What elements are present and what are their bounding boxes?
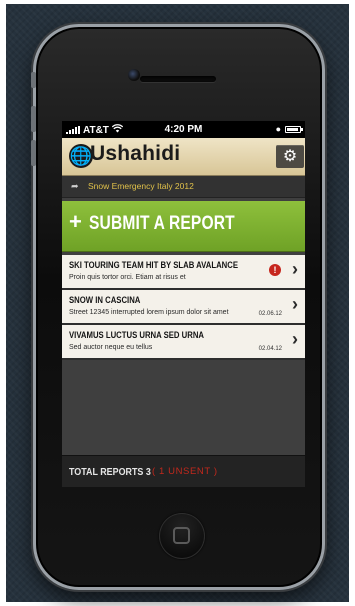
deployment-name: Snow Emergency Italy 2012 — [88, 181, 194, 191]
home-button[interactable] — [159, 513, 205, 559]
report-footer: TOTAL REPORTS 3 ( 1 UNSENT ) — [62, 455, 305, 487]
report-item[interactable]: SKI TOURING TEAM HIT BY SLAB AVALANCE Pr… — [62, 255, 305, 290]
chevron-right-icon: › — [292, 294, 298, 314]
plus-icon: + — [69, 209, 82, 234]
gear-icon: ⚙ — [282, 148, 298, 165]
chevron-right-icon: › — [292, 329, 298, 349]
volume-up-button — [31, 106, 36, 132]
deployment-bar[interactable]: ➦ Snow Emergency Italy 2012 — [62, 176, 305, 198]
report-title: SKI TOURING TEAM HIT BY SLAB AVALANCE — [69, 260, 239, 270]
mute-switch — [31, 72, 36, 88]
app-header: 🌐 Ushahidi ⚙ — [62, 138, 305, 176]
status-right: ● — [275, 124, 303, 134]
report-title: VIVAMUS LUCTUS URNA SED URNA — [69, 330, 205, 340]
submit-report-button[interactable]: + SUBMIT A REPORT — [62, 201, 305, 251]
report-date: 02.06.12 — [258, 311, 282, 317]
front-camera — [128, 69, 140, 81]
status-bar: AT&T 4:20 PM ● — [62, 121, 305, 138]
alert-icon: ! — [269, 264, 281, 276]
app-logo-text: Ushahidi — [90, 142, 181, 165]
submit-report-label: SUBMIT A REPORT — [89, 213, 235, 234]
battery-icon — [285, 125, 303, 133]
report-item[interactable]: VIVAMUS LUCTUS URNA SED URNA Sed auctor … — [62, 325, 305, 360]
report-item[interactable]: SNOW IN CASCINA Street 12345 interrupted… — [62, 290, 305, 325]
earpiece-speaker — [140, 76, 216, 82]
report-description: Street 12345 interrupted lorem ipsum dol… — [69, 309, 229, 316]
home-square-icon — [173, 527, 190, 544]
chevron-right-icon: › — [292, 259, 298, 279]
report-title: SNOW IN CASCINA — [69, 295, 141, 305]
volume-down-button — [31, 140, 36, 166]
status-time: 4:20 PM — [164, 124, 203, 135]
report-list: SKI TOURING TEAM HIT BY SLAB AVALANCE Pr… — [62, 255, 305, 360]
total-reports-label: TOTAL REPORTS 3 — [69, 466, 151, 478]
settings-button[interactable]: ⚙ — [276, 145, 304, 168]
arrow-icon: ➦ — [71, 181, 79, 191]
report-description: Sed auctor neque eu tellus — [69, 344, 153, 351]
app-screen: AT&T 4:20 PM ● 🌐 Ushahidi ⚙ ➦ Snow Emerg… — [62, 121, 305, 487]
lock-icon: ● — [275, 124, 281, 134]
report-date: 02.04.12 — [258, 346, 282, 352]
unsent-count[interactable]: ( 1 UNSENT ) — [152, 466, 218, 477]
report-description: Proin quis tortor orci. Etiam at risus e… — [69, 274, 186, 281]
